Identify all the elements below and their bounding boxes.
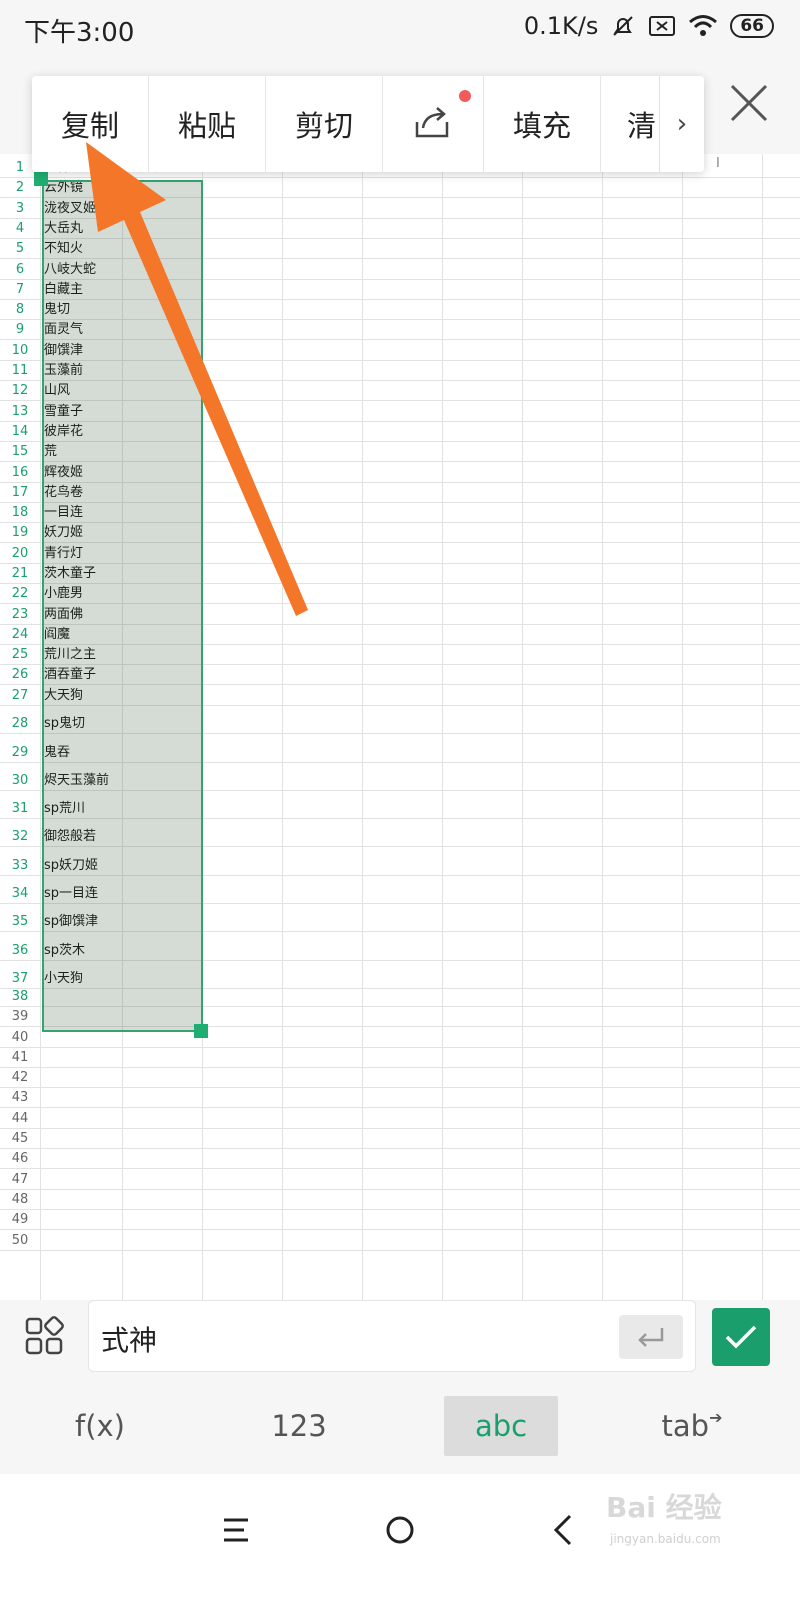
- table-row[interactable]: 42: [0, 1068, 800, 1088]
- row-number[interactable]: 41: [0, 1050, 40, 1065]
- row-number[interactable]: 49: [0, 1212, 40, 1227]
- table-row[interactable]: 50: [0, 1230, 800, 1251]
- watermark-url: jingyan.baidu.com: [610, 1532, 721, 1546]
- row-number[interactable]: 42: [0, 1070, 40, 1085]
- row-number[interactable]: 37: [0, 971, 40, 986]
- back-icon[interactable]: [534, 1500, 594, 1560]
- row-number[interactable]: 44: [0, 1111, 40, 1126]
- row-number[interactable]: 48: [0, 1192, 40, 1207]
- row-number[interactable]: 31: [0, 801, 40, 816]
- tab-123[interactable]: 123: [244, 1396, 354, 1456]
- selection-handle-end[interactable]: [194, 1024, 208, 1038]
- row-number[interactable]: 45: [0, 1131, 40, 1146]
- row-number[interactable]: 47: [0, 1172, 40, 1187]
- row-number[interactable]: 43: [0, 1090, 40, 1105]
- home-icon[interactable]: [370, 1500, 430, 1560]
- row-number[interactable]: 38: [0, 989, 40, 1004]
- row-number[interactable]: 40: [0, 1030, 40, 1045]
- row-number[interactable]: 33: [0, 858, 40, 873]
- table-row[interactable]: 47: [0, 1169, 800, 1190]
- table-row[interactable]: 49: [0, 1210, 800, 1230]
- tab-abc[interactable]: abc: [444, 1396, 558, 1456]
- row-number[interactable]: 50: [0, 1233, 40, 1248]
- annotation-arrow: [86, 142, 308, 616]
- row-number[interactable]: 29: [0, 745, 40, 760]
- formula-input[interactable]: 式神: [88, 1300, 696, 1372]
- tab-arrow-icon: ➔: [709, 1407, 723, 1427]
- row-number[interactable]: 30: [0, 773, 40, 788]
- enter-icon: [638, 1328, 664, 1347]
- table-row[interactable]: 48: [0, 1190, 800, 1210]
- table-row[interactable]: 44: [0, 1108, 800, 1129]
- table-row[interactable]: 41: [0, 1048, 800, 1068]
- row-number[interactable]: 35: [0, 914, 40, 929]
- formula-value: 式神: [101, 1324, 158, 1357]
- check-icon: [725, 1325, 757, 1349]
- row-number[interactable]: 36: [0, 943, 40, 958]
- table-row[interactable]: 46: [0, 1149, 800, 1169]
- apps-grid-icon[interactable]: [24, 1316, 64, 1356]
- table-row[interactable]: 45: [0, 1129, 800, 1149]
- tab-label: tab: [661, 1409, 710, 1443]
- row-number[interactable]: 32: [0, 829, 40, 844]
- watermark-logo: Bai 经验: [606, 1491, 722, 1524]
- row-number[interactable]: 39: [0, 1009, 40, 1024]
- enter-button[interactable]: [619, 1315, 683, 1359]
- table-row[interactable]: 43: [0, 1088, 800, 1108]
- tab-key[interactable]: tab ➔: [642, 1396, 742, 1456]
- tab-fx[interactable]: f(x): [50, 1396, 150, 1456]
- row-number[interactable]: 28: [0, 716, 40, 731]
- confirm-button[interactable]: [712, 1308, 770, 1366]
- menu-icon[interactable]: [206, 1500, 266, 1560]
- row-number[interactable]: 46: [0, 1151, 40, 1166]
- row-number[interactable]: 34: [0, 886, 40, 901]
